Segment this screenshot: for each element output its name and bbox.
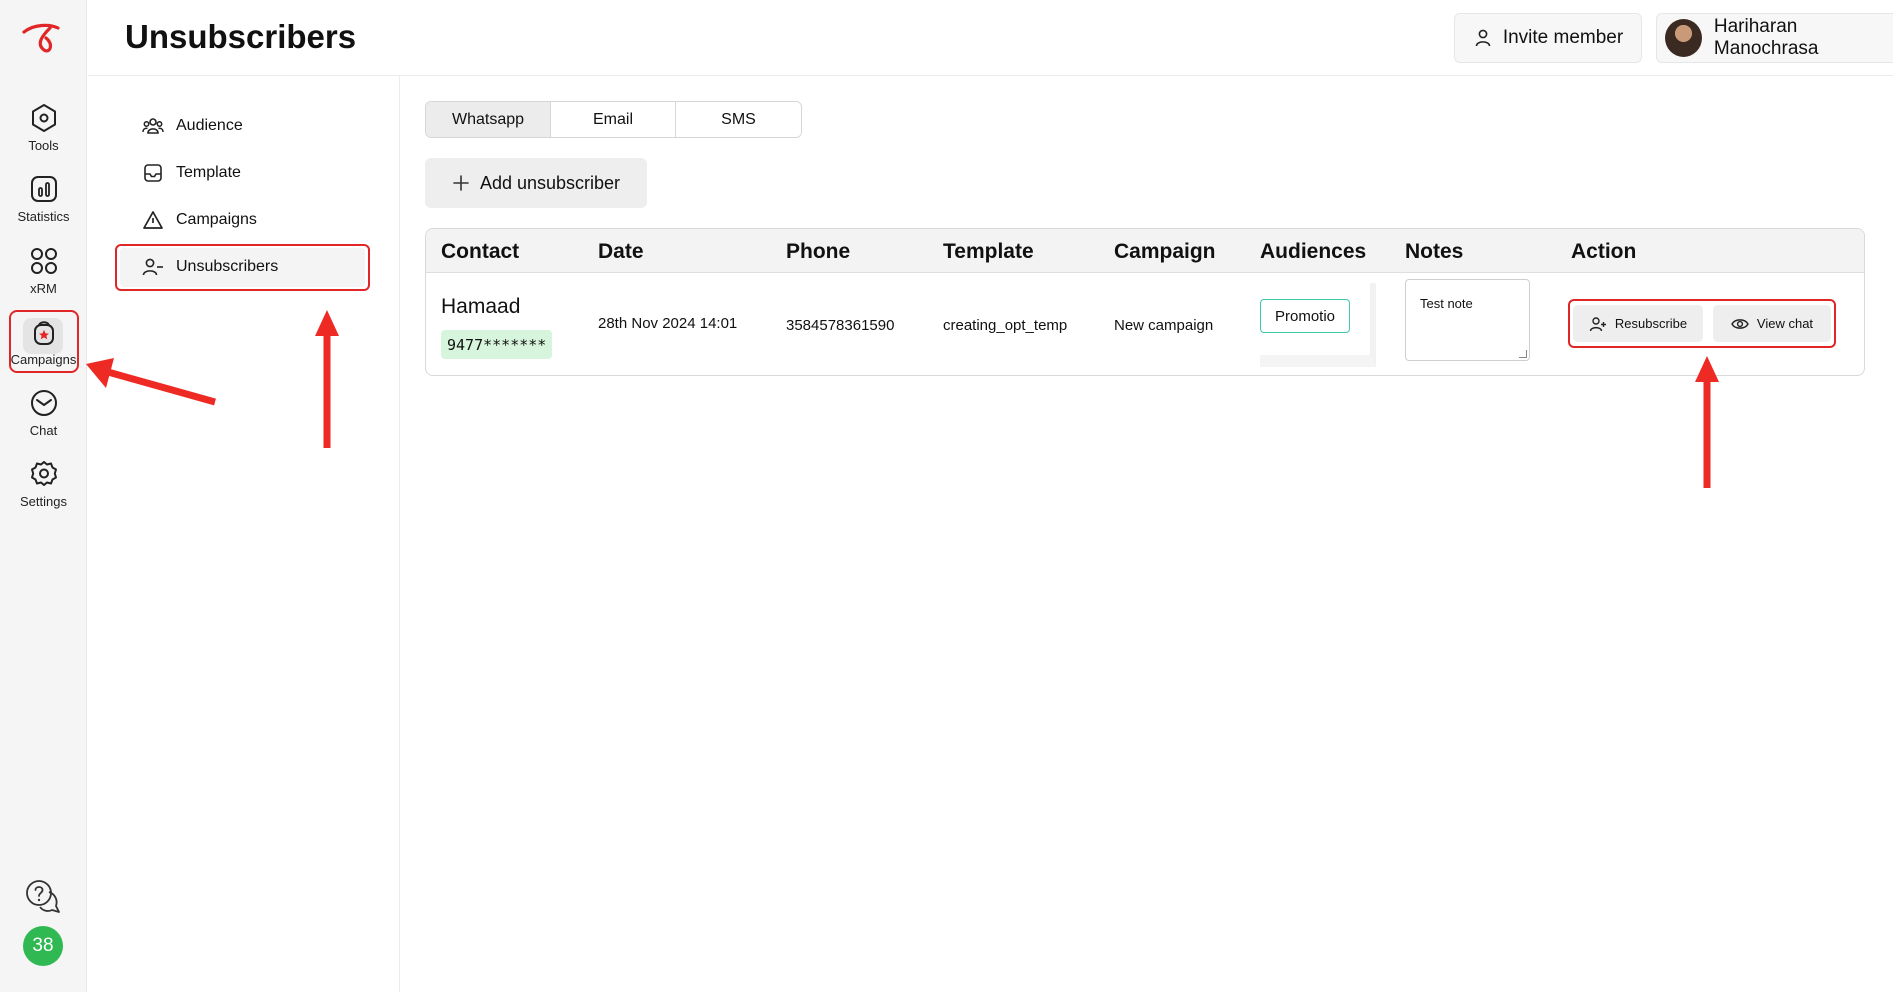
- notification-count-badge[interactable]: 38: [23, 926, 63, 966]
- rail-item-label: Tools: [28, 138, 59, 153]
- user-name: Hariharan Manochrasa: [1713, 16, 1819, 59]
- rail-item-chat[interactable]: Chat: [0, 387, 87, 449]
- grid-icon: [30, 248, 57, 274]
- column-header: Contact: [441, 240, 520, 263]
- user-plus-icon: [1589, 316, 1606, 331]
- subnav-item-label: Campaigns: [176, 211, 257, 228]
- gear-icon: [30, 461, 57, 486]
- add-unsubscriber-button[interactable]: Add unsubscriber: [425, 158, 647, 208]
- top-header: Unsubscribers Invite member Hariharan Ma…: [88, 0, 1893, 76]
- rail-item-label: Settings: [20, 494, 67, 509]
- subnav-item-label: Template: [176, 164, 241, 181]
- audience-tag: Promotio: [1260, 299, 1350, 333]
- user-menu[interactable]: Hariharan Manochrasa: [1656, 13, 1893, 63]
- annotation-arrow-icon: [1695, 356, 1719, 488]
- tab-whatsapp[interactable]: Whatsapp: [426, 102, 551, 137]
- notes-text: Test note: [1420, 296, 1473, 311]
- phone-cell: 3584578361590: [786, 317, 895, 334]
- avatar: [1665, 19, 1702, 57]
- rail-item-label: Statistics: [17, 209, 70, 224]
- view-chat-label: View chat: [1756, 316, 1814, 331]
- contact-phone-badge: 9477*******: [441, 330, 553, 359]
- template-cell: creating_opt_temp: [943, 317, 1068, 334]
- invite-member-label: Invite member: [1502, 27, 1624, 48]
- rail-item-label: Campaigns: [10, 352, 77, 367]
- rail-item-xrm[interactable]: xRM: [0, 245, 87, 307]
- table-header: Contact Date Phone Template Campaign Aud…: [426, 229, 1864, 273]
- audience-icon: [142, 118, 164, 134]
- chat-icon: [30, 390, 57, 416]
- contact-name: Hamaad: [441, 295, 521, 318]
- tab-email[interactable]: Email: [551, 102, 676, 137]
- tab-sms[interactable]: SMS: [676, 102, 801, 137]
- plus-icon: [453, 175, 469, 191]
- subnav-item-label: Audience: [176, 117, 243, 134]
- campaign-icon: [143, 211, 163, 229]
- column-header: Phone: [786, 240, 851, 263]
- annotation-arrow-icon: [315, 310, 339, 448]
- resubscribe-label: Resubscribe: [1614, 316, 1688, 331]
- rail-item-settings[interactable]: Settings: [0, 458, 87, 520]
- view-chat-button[interactable]: View chat: [1713, 305, 1831, 342]
- date-cell: 28th Nov 2024 14:01: [598, 315, 738, 332]
- rail-item-campaigns[interactable]: Campaigns: [0, 316, 87, 378]
- rail-item-tools[interactable]: Tools: [0, 102, 87, 164]
- rail-item-statistics[interactable]: Statistics: [0, 173, 87, 235]
- page-title: Unsubscribers: [125, 18, 357, 55]
- column-header: Action: [1571, 240, 1637, 263]
- column-header: Template: [943, 240, 1034, 263]
- help-chat-icon[interactable]: [24, 878, 62, 916]
- subnav-item-campaigns[interactable]: Campaigns: [142, 205, 257, 235]
- resize-handle-icon[interactable]: [1519, 350, 1527, 358]
- channel-tabs: Whatsapp Email SMS: [425, 101, 802, 138]
- invite-member-button[interactable]: Invite member: [1454, 13, 1642, 63]
- subnav-item-audience[interactable]: Audience: [142, 111, 243, 141]
- left-rail: Tools Statistics xRM Campaigns Chat Sett…: [0, 0, 87, 992]
- add-unsubscriber-label: Add unsubscriber: [479, 172, 621, 193]
- notes-field[interactable]: Test note: [1405, 279, 1530, 361]
- campaign-cell: New campaign: [1114, 317, 1214, 334]
- subnav-item-label: Unsubscribers: [176, 258, 279, 275]
- user-icon: [1475, 29, 1491, 47]
- user-minus-icon: [142, 258, 163, 276]
- column-header: Campaign: [1114, 240, 1216, 263]
- subnav-item-unsubscribers[interactable]: Unsubscribers: [142, 252, 278, 282]
- sub-navigation: Audience Template Campaigns Unsubscriber…: [88, 76, 400, 992]
- annotation-arrow-icon: [86, 358, 216, 406]
- bar-chart-icon: [30, 176, 57, 202]
- eye-icon: [1731, 318, 1749, 329]
- campaign-bag-icon: [33, 321, 54, 345]
- column-header: Date: [598, 240, 644, 263]
- hexagon-icon: [31, 104, 56, 132]
- subnav-item-template[interactable]: Template: [142, 158, 241, 188]
- column-header: Audiences: [1260, 240, 1367, 263]
- column-header: Notes: [1405, 240, 1464, 263]
- rail-item-label: xRM: [30, 281, 57, 296]
- resubscribe-button[interactable]: Resubscribe: [1573, 305, 1703, 342]
- brand-logo-icon[interactable]: [20, 20, 66, 56]
- audiences-cell[interactable]: Promotio: [1260, 283, 1376, 367]
- unsubscribers-table: Contact Date Phone Template Campaign Aud…: [425, 228, 1865, 376]
- template-icon: [144, 164, 162, 182]
- rail-item-label: Chat: [29, 423, 58, 438]
